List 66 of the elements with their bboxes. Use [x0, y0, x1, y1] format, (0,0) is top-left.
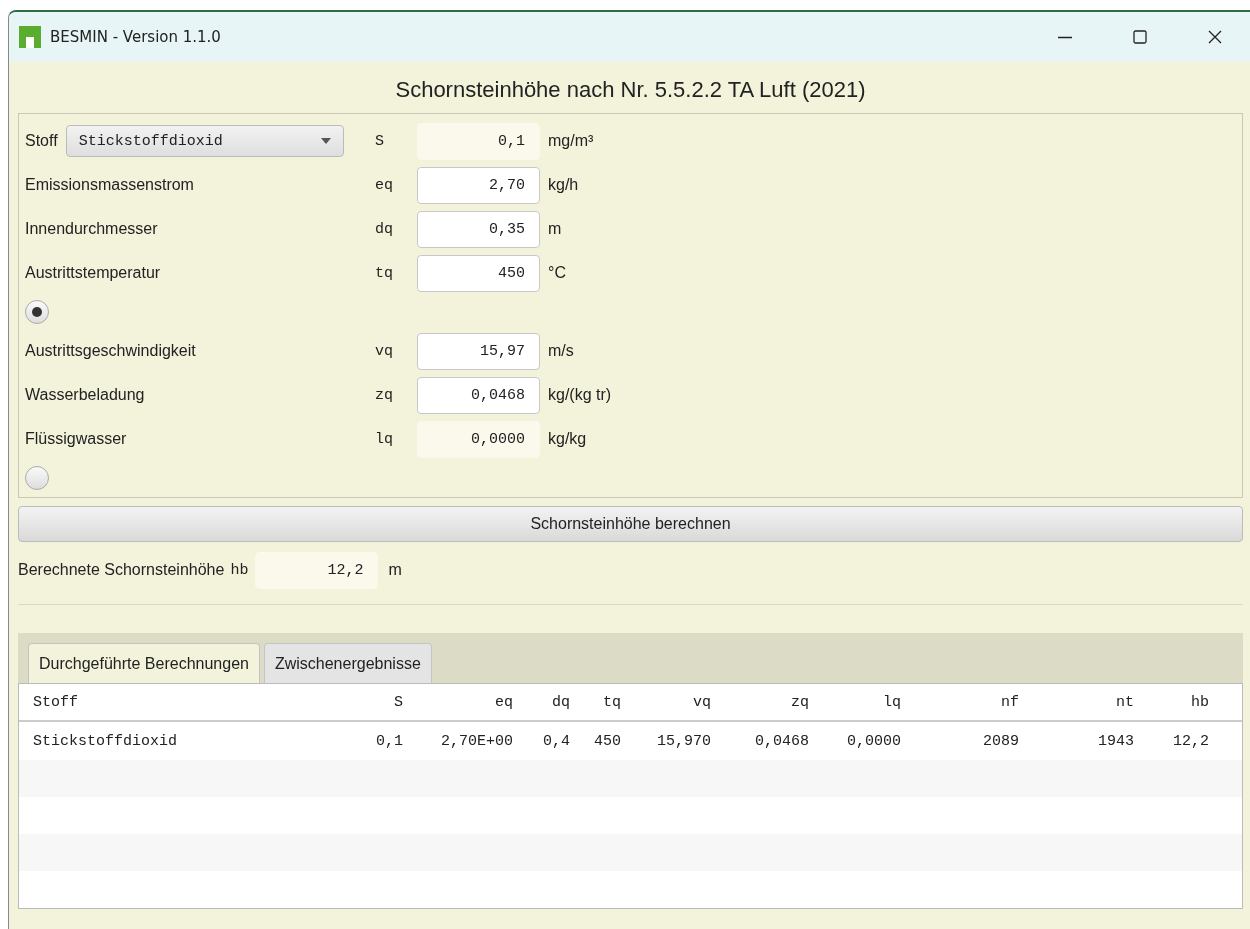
table-cell-text: 12,2 [1172, 732, 1209, 750]
unit-label: kg/(kg tr) [548, 386, 612, 404]
value-field[interactable]: 2,70 [417, 166, 540, 204]
symbol-label: tq [375, 264, 394, 282]
dropdown-caret-icon [320, 138, 331, 144]
field-label: Flüssigwasser [25, 430, 127, 447]
column-header: nt [1115, 693, 1134, 711]
column-header: S [393, 693, 403, 711]
table-cell-text: 0,0000 [846, 732, 901, 750]
radio-button[interactable] [25, 300, 49, 324]
unit-label: m [388, 561, 402, 579]
field-label: Austrittstemperatur [25, 264, 161, 281]
column-header: dq [551, 693, 570, 711]
symbol-label: zq [375, 386, 394, 404]
value-field[interactable]: 450 [417, 254, 540, 292]
tab[interactable]: Zwischenergebnisse [263, 643, 432, 683]
column-header: eq [494, 693, 513, 711]
unit-label: °C [548, 264, 566, 282]
calculate-button[interactable]: Schornsteinhöhe berechnen [18, 506, 1243, 542]
table-cell-text: Stickstoffdioxid [33, 732, 179, 750]
column-header: zq [790, 693, 809, 711]
table-cell-text: 1943 [1097, 732, 1134, 750]
table-cell-text: 0,0468 [754, 732, 809, 750]
result-label: Berechnete Schornsteinhöhe [18, 561, 225, 579]
value-field[interactable]: 0,35 [417, 210, 540, 248]
table-cell-text: 0,1 [375, 732, 403, 750]
field-label: Innendurchmesser [25, 220, 158, 237]
table-cell-text: 2089 [982, 732, 1019, 750]
app-logo-icon [19, 26, 41, 48]
table-cell-text: 450 [593, 732, 621, 750]
table-cell-text: 15,970 [656, 732, 711, 750]
unit-label: kg/kg [548, 430, 587, 448]
symbol-label: eq [375, 176, 394, 194]
substance-dropdown[interactable]: Stickstoffdioxid [65, 125, 344, 157]
value-field[interactable]: 15,97 [417, 332, 540, 370]
unit-label: kg/h [548, 176, 579, 194]
field-label: Emissionsmassenstrom [25, 176, 194, 193]
column-header: vq [692, 693, 711, 711]
value-field[interactable]: 0,0000 [417, 420, 540, 458]
table-row[interactable]: Stickstoffdioxid 0,1 2,70E+00 0,4 450 15,970 0,0468 0,0000 2089 1943 12,2 [19, 722, 1242, 760]
symbol-label: dq [375, 220, 394, 238]
column-header: lq [882, 693, 901, 711]
symbol-label: vq [375, 342, 394, 360]
symbol-label: lq [375, 430, 394, 448]
radio-button[interactable] [25, 466, 49, 490]
table-cell-text: 0,4 [542, 732, 570, 750]
column-header: tq [602, 693, 621, 711]
page-heading: Schornsteinhöhe nach Nr. 5.5.2.2 TA Luft (2021) [395, 77, 866, 102]
column-header: Stoff [33, 693, 79, 711]
symbol-label: hb [230, 561, 249, 579]
table-cell-text: 2,70E+00 [440, 732, 513, 750]
window-title: BESMIN - Version 1.1.0 [50, 28, 221, 46]
column-header: hb [1190, 693, 1209, 711]
maximize-icon[interactable] [1130, 27, 1150, 47]
unit-label: m/s [548, 342, 574, 360]
value-field[interactable]: 0,0468 [417, 376, 540, 414]
result-field: 12,2 [255, 551, 379, 589]
tab[interactable]: Durchgeführte Berechnungen [28, 643, 260, 683]
unit-label: m [548, 220, 562, 238]
unit-label: mg/m³ [548, 132, 594, 150]
field-label: Wasserbeladung [25, 386, 145, 403]
field-label: Stoff [25, 132, 58, 150]
value-field[interactable]: 0,1 [417, 122, 540, 160]
field-label: Austrittsgeschwindigkeit [25, 342, 196, 359]
symbol-label: S [375, 132, 385, 150]
column-header: nf [1000, 693, 1019, 711]
